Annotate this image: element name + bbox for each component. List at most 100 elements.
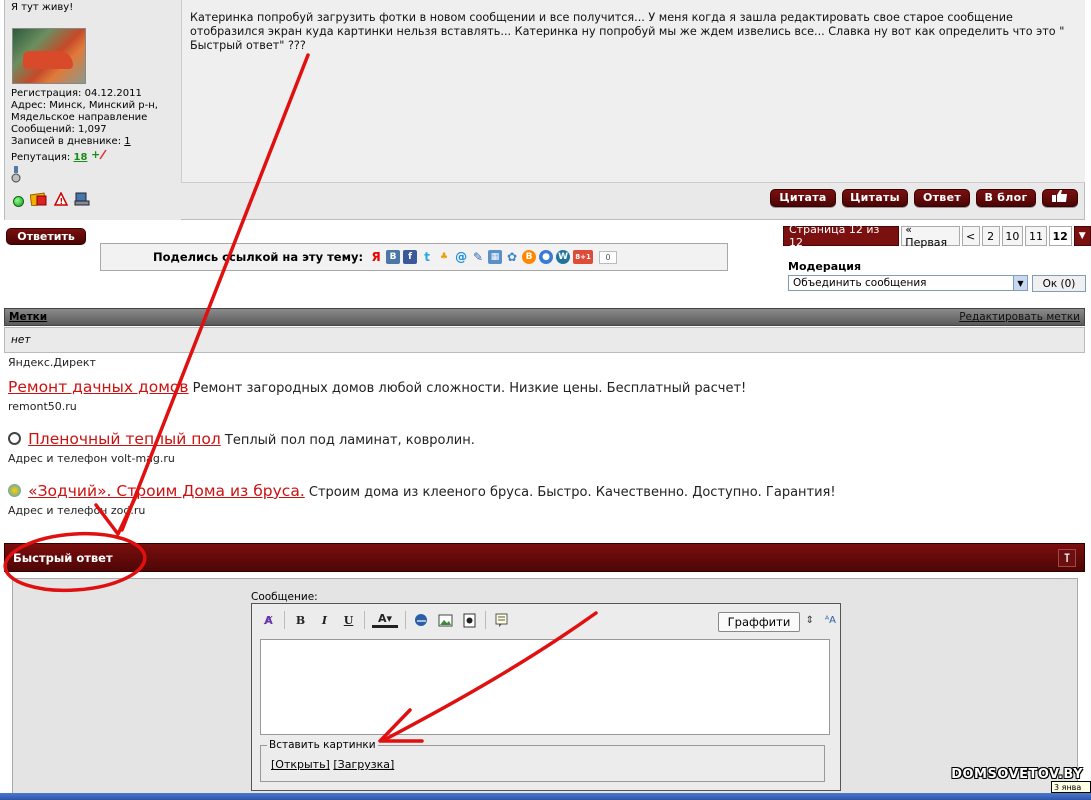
page-link[interactable]: 2: [981, 226, 1000, 246]
ad-item: Пленочный теплый пол Теплый пол под лами…: [8, 430, 475, 465]
quick-reply-title: Быстрый ответ: [13, 550, 113, 565]
ad-url[interactable]: Адрес и телефон zod.ru: [8, 504, 836, 517]
user-address-line1: Адрес: Минск, Минский р-н,: [11, 100, 158, 111]
share-count: 0: [599, 250, 618, 264]
moderation-panel: Модерация Объединить сообщения ▼ Ок (0): [788, 260, 1086, 292]
ad-title-link[interactable]: Пленочный теплый пол: [28, 430, 221, 448]
reputation-value[interactable]: 18: [73, 152, 87, 163]
quick-reply-header: Быстрый ответ ⊺: [4, 543, 1085, 572]
reply-post-button[interactable]: Ответ: [914, 189, 970, 207]
medal-icon: [11, 166, 21, 184]
bookmarks-share-icon[interactable]: ▦: [488, 250, 503, 264]
underline-icon[interactable]: U: [340, 612, 357, 629]
video-icon[interactable]: [461, 612, 478, 629]
friendfeed-share-icon[interactable]: ●: [539, 250, 554, 264]
wordpress-share-icon[interactable]: W: [556, 250, 571, 264]
thanks-button[interactable]: [1042, 189, 1078, 207]
user-posts: Сообщений: 1,097: [11, 124, 107, 135]
open-pictures-link[interactable]: [Открыть]: [271, 758, 330, 771]
ad-text: Теплый пол под ламинат, ковролин.: [224, 433, 475, 448]
reputation-vote-icon[interactable]: +: [91, 148, 107, 163]
post-buttons: Цитата Цитаты Ответ В блог: [770, 189, 1078, 207]
reply-thread-button[interactable]: Ответить: [6, 228, 86, 245]
toolbar-separator: [405, 611, 406, 629]
bold-icon[interactable]: B: [292, 612, 309, 629]
quote-button[interactable]: Цитата: [770, 189, 836, 207]
ad-url[interactable]: remont50.ru: [8, 400, 746, 413]
share-icons: Я В f t ♣ @ ✎ ▦ ✿ B ● W 8+1 0: [369, 250, 618, 264]
collapse-icon[interactable]: ⊺: [1058, 548, 1076, 567]
post-message-area: Катеринка попробуй загрузить фотки в нов…: [181, 0, 1085, 183]
to-blog-button[interactable]: В блог: [976, 189, 1036, 207]
edit-tags-link[interactable]: Редактировать метки: [959, 311, 1080, 323]
page-indicator: Страница 12 из 12: [783, 223, 900, 249]
ip-icon[interactable]: [74, 192, 90, 210]
page-link[interactable]: 10: [1001, 226, 1024, 246]
yandex-share-icon[interactable]: Я: [369, 250, 383, 264]
message-label: Сообщение:: [251, 591, 318, 603]
svg-text:+: +: [91, 148, 100, 160]
blogger-share-icon[interactable]: B: [522, 250, 537, 264]
user-status-icons: !: [13, 191, 90, 210]
svg-text:!: !: [60, 197, 64, 206]
ad-item: Ремонт дачных домов Ремонт загородных до…: [8, 378, 746, 413]
user-address-line2: Мядельское направление: [11, 112, 148, 123]
avatar[interactable]: [12, 28, 86, 84]
message-textarea[interactable]: [260, 639, 830, 735]
toolbar-separator: [364, 611, 365, 629]
graffiti-button[interactable]: Граффити: [718, 612, 800, 632]
private-message-icon[interactable]: [29, 192, 48, 210]
switch-mode-icon[interactable]: ᴬA: [825, 615, 836, 626]
thumbs-up-icon: [1051, 189, 1069, 208]
ad-title-link[interactable]: Ремонт дачных домов: [8, 378, 189, 396]
remove-format-icon[interactable]: A̸: [260, 612, 277, 629]
user-registration: Регистрация: 04.12.2011: [11, 88, 142, 99]
moderation-label: Модерация: [788, 260, 862, 273]
image-icon[interactable]: [437, 612, 454, 629]
facebook-share-icon[interactable]: f: [403, 250, 418, 264]
user-reputation: Репутация: 18 +: [11, 148, 175, 164]
moikrug-share-icon[interactable]: ♣: [437, 250, 451, 264]
yandex-direct-title[interactable]: Яндекс.Директ: [8, 356, 96, 369]
livejournal-share-icon[interactable]: ✎: [471, 250, 485, 264]
page-jump-dropdown-icon[interactable]: ▼: [1073, 226, 1091, 246]
upload-pictures-link[interactable]: [Загрузка]: [333, 758, 394, 771]
ad-favicon-icon: [8, 484, 21, 497]
tags-link[interactable]: Метки: [9, 311, 47, 323]
multiquote-button[interactable]: Цитаты: [842, 189, 908, 207]
diary-count-link[interactable]: 1: [124, 136, 130, 147]
share-box: Поделись ссылкой на эту тему: Я В f t ♣ …: [100, 243, 728, 271]
italic-icon[interactable]: I: [316, 612, 333, 629]
watermark: DOMSOVETOV.BY: [951, 767, 1083, 782]
chevron-down-icon[interactable]: ▼: [1013, 276, 1027, 290]
twitter-share-icon[interactable]: t: [420, 250, 434, 264]
tray-date-tooltip: 3 янва: [1051, 781, 1091, 793]
quote-icon[interactable]: [493, 612, 510, 629]
prev-page-link[interactable]: <: [961, 226, 980, 246]
moderation-select[interactable]: Объединить сообщения ▼: [788, 275, 1028, 291]
user-diary: Записей в дневнике: 1: [11, 136, 175, 148]
google-plus-share-icon[interactable]: 8+1: [573, 250, 594, 264]
share-label: Поделись ссылкой на эту тему:: [153, 250, 364, 264]
moderation-ok-button[interactable]: Ок (0): [1032, 275, 1086, 292]
ad-url[interactable]: Адрес и телефон volt-mag.ru: [8, 452, 475, 465]
ad-text: Строим дома из клееного бруса. Быстро. К…: [308, 485, 836, 500]
vkontakte-share-icon[interactable]: В: [386, 250, 401, 264]
resize-arrows-icon[interactable]: ⇕: [806, 615, 814, 626]
moderation-selected-value: Объединить сообщения: [793, 277, 927, 289]
ad-title-link[interactable]: «Зодчий». Строим Дома из бруса.: [28, 482, 305, 500]
font-color-icon[interactable]: A▾: [372, 612, 398, 628]
page-link[interactable]: 11: [1025, 226, 1047, 246]
insert-pictures-fieldset: Вставить картинки [Открыть] [Загрузка]: [260, 739, 825, 782]
current-page: 12: [1048, 226, 1072, 246]
mailru-share-icon[interactable]: @: [454, 250, 468, 264]
reputation-label: Репутация:: [11, 152, 71, 163]
link-icon[interactable]: [413, 612, 430, 629]
odnoklassniki-share-icon[interactable]: ✿: [505, 250, 519, 264]
user-info: Я тут живу! Регистрация: 04.12.2011 Адре…: [5, 0, 181, 220]
post-message-text: Катеринка попробуй загрузить фотки в нов…: [190, 11, 1065, 52]
ad-text: Ремонт загородных домов любой сложности.…: [192, 381, 747, 396]
report-icon[interactable]: !: [53, 191, 69, 210]
online-status-icon: [13, 195, 24, 207]
first-page-link[interactable]: « Первая: [901, 223, 960, 249]
